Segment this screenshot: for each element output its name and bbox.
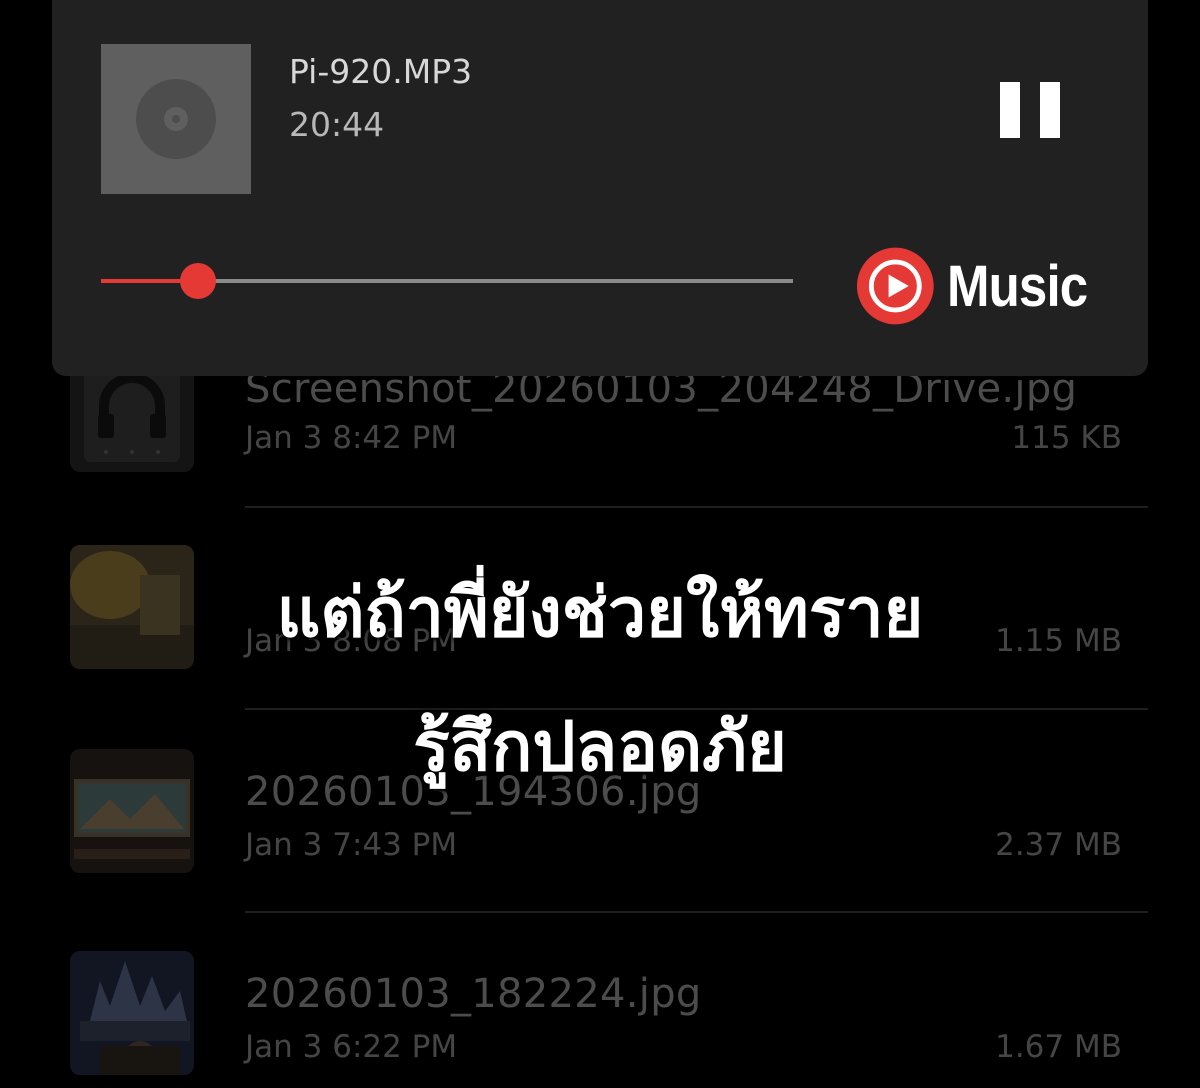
album-art [101,44,251,194]
screen: Screenshot_20260103_204248_Drive.jpg Jan… [0,0,1200,1088]
mini-player[interactable]: Pi-920.MP3 20:44 Music [52,0,1148,376]
file-size: 1.67 MB [995,1029,1122,1065]
file-row[interactable]: 20260103_182224.jpg Jan 3 6:22 PM 1.67 M… [0,951,1200,1088]
file-name: 20260103_182224.jpg [245,971,702,1017]
disc-icon [136,79,216,159]
track-elapsed-time: 20:44 [289,105,385,144]
youtube-music-icon [856,247,934,325]
youtube-music-logo: Music [856,244,1106,328]
file-size: 2.37 MB [995,827,1122,863]
logo-text: Music [946,253,1088,319]
seek-bar[interactable] [101,263,793,299]
file-date: Jan 3 7:43 PM [245,827,458,863]
file-size: 115 KB [1011,420,1122,456]
file-date: Jan 3 8:42 PM [245,420,458,456]
file-date: Jan 3 6:22 PM [245,1029,458,1065]
caption-line-1: แต่ถ้าพี่ยังช่วยให้ทราย [276,574,924,653]
file-thumbnail [70,951,194,1075]
seek-handle[interactable] [179,263,216,299]
pause-button[interactable] [992,72,1068,148]
list-divider [245,506,1148,508]
caption-line-2: รู้สึกปลอดภัย [413,708,787,787]
list-divider [245,911,1148,913]
pause-icon [1000,82,1020,138]
track-title: Pi-920.MP3 [289,52,473,91]
